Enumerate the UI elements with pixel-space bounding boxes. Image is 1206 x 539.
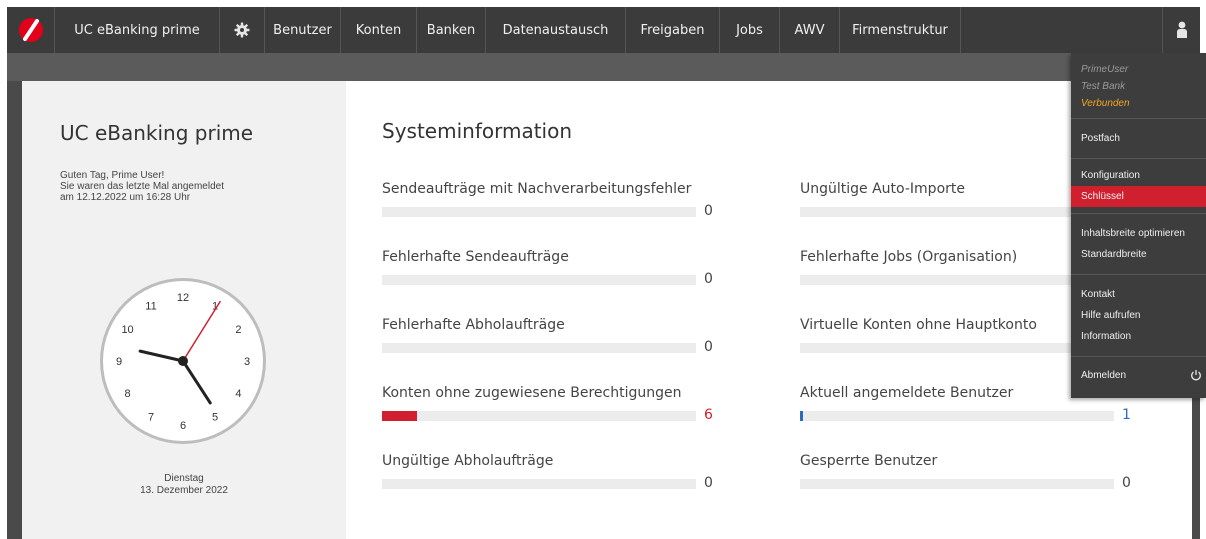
stat-label: Sendeaufträge mit Nachverarbeitungsfehle…	[382, 181, 692, 197]
menu-kontakt[interactable]: Kontakt	[1071, 284, 1206, 305]
stat-value: 0	[1122, 475, 1131, 491]
stat-bar-fill	[382, 411, 417, 421]
clock-numeral: 5	[212, 411, 218, 423]
menu-schluessel[interactable]: Schlüssel	[1071, 186, 1206, 207]
nav-banken[interactable]: Banken	[417, 7, 486, 53]
menu-standardbreite[interactable]: Standardbreite	[1071, 244, 1206, 265]
system-information-title: Systeminformation	[382, 119, 573, 143]
clock-numeral: 10	[121, 324, 133, 336]
help-section: Kontakt Hilfe aufrufen Information	[1071, 275, 1206, 357]
clock-numeral: 4	[235, 388, 241, 400]
current-date: Dienstag 13. Dezember 2022	[22, 473, 346, 497]
clock-numeral: 9	[116, 356, 122, 368]
clock-numeral: 12	[177, 292, 189, 304]
background-strip	[7, 53, 1200, 81]
stat-item[interactable]: Sendeaufträge mit Nachverarbeitungsfehle…	[382, 181, 722, 219]
user-menu-button[interactable]	[1162, 7, 1200, 53]
stat-bar	[800, 207, 1114, 217]
last-login-date: am 12.12.2022 um 16:28 Uhr	[60, 192, 191, 203]
stat-item[interactable]: Fehlerhafte Abholaufträge 0	[382, 317, 722, 355]
app-brand[interactable]: UC eBanking prime	[55, 7, 220, 53]
stat-bar	[800, 343, 1114, 353]
stat-bar	[800, 275, 1114, 285]
stat-value: 0	[704, 475, 713, 491]
stat-bar	[382, 479, 696, 489]
logout-section: Abmelden	[1071, 357, 1206, 394]
menu-postfach[interactable]: Postfach	[1071, 128, 1206, 149]
nav-freigaben[interactable]: Freigaben	[626, 7, 720, 53]
user-name: PrimeUser	[1081, 64, 1129, 75]
stat-value: 0	[704, 271, 713, 287]
stat-label: Fehlerhafte Abholaufträge	[382, 317, 565, 333]
greeting-line: Guten Tag, Prime User!	[60, 170, 165, 181]
nav-konten[interactable]: Konten	[341, 7, 417, 53]
stat-label: Konten ohne zugewiesene Berechtigungen	[382, 385, 682, 401]
stat-bar	[382, 207, 696, 217]
nav-awv[interactable]: AWV	[780, 7, 840, 53]
welcome-panel: UC eBanking prime Guten Tag, Prime User!…	[22, 81, 346, 539]
system-information-panel: Systeminformation Sendeaufträge mit Nach…	[346, 81, 1192, 539]
bank-logo[interactable]	[7, 7, 55, 53]
user-dropdown-menu: PrimeUser Test Bank Verbunden Postfach K…	[1071, 53, 1206, 398]
nav-firmenstruktur[interactable]: Firmenstruktur	[840, 7, 961, 53]
settings-button[interactable]	[220, 7, 265, 53]
nav-jobs[interactable]: Jobs	[720, 7, 780, 53]
clock-numeral: 3	[244, 356, 250, 368]
stat-value: 6	[704, 407, 713, 423]
postfach-section: Postfach	[1071, 119, 1206, 159]
menu-abmelden[interactable]: Abmelden	[1071, 365, 1206, 386]
nav-datenaustausch[interactable]: Datenaustausch	[486, 7, 626, 53]
stat-label: Ungültige Abholaufträge	[382, 453, 554, 469]
stat-item[interactable]: Gesperrte Benutzer 0	[800, 453, 1140, 491]
clock-numeral: 6	[180, 420, 186, 432]
stat-item[interactable]: Ungültige Abholaufträge 0	[382, 453, 722, 491]
stat-value: 0	[704, 203, 713, 219]
clock-numeral: 8	[125, 388, 131, 400]
clock-center	[178, 356, 188, 366]
main-menu: Benutzer Konten Banken Datenaustausch Freiga…	[265, 7, 961, 53]
top-navigation: UC eBanking prime Benutzer Konten Banken Da…	[7, 7, 1200, 53]
user-icon	[1176, 21, 1187, 38]
stat-label: Gesperrte Benutzer	[800, 453, 938, 469]
connection-status: Verbunden	[1081, 98, 1130, 109]
logout-label: Abmelden	[1081, 370, 1127, 381]
left-frame	[7, 81, 22, 539]
stat-bar	[382, 411, 696, 421]
config-section: Konfiguration Schlüssel	[1071, 159, 1206, 214]
stat-item[interactable]: Fehlerhafte Sendeaufträge 0	[382, 249, 722, 287]
current-weekday: Dienstag	[164, 473, 204, 484]
stat-bar	[800, 411, 1114, 421]
gear-icon	[234, 22, 250, 38]
stat-bar-fill	[800, 411, 803, 421]
last-login-line: Sie waren das letzte Mal angemeldet	[60, 181, 224, 192]
menu-inhaltsbreite[interactable]: Inhaltsbreite optimieren	[1071, 223, 1206, 244]
analog-clock: 121234567891011	[100, 278, 266, 444]
stat-value: 0	[704, 339, 713, 355]
welcome-title: UC eBanking prime	[60, 121, 254, 145]
stat-value: 1	[1122, 407, 1131, 423]
stat-bar	[800, 479, 1114, 489]
stat-label: Fehlerhafte Sendeaufträge	[382, 249, 569, 265]
stat-bar	[382, 275, 696, 285]
clock-numeral: 2	[235, 324, 241, 336]
nav-benutzer[interactable]: Benutzer	[265, 7, 341, 53]
current-date-text: 13. Dezember 2022	[140, 485, 228, 496]
greeting-text: Guten Tag, Prime User! Sie waren das let…	[60, 170, 224, 203]
menu-information[interactable]: Information	[1071, 326, 1206, 347]
power-icon	[1191, 370, 1201, 381]
unicredit-logo-icon	[18, 18, 43, 42]
bank-name: Test Bank	[1081, 81, 1126, 92]
width-section: Inhaltsbreite optimieren Standardbreite	[1071, 214, 1206, 275]
stat-bar	[382, 343, 696, 353]
user-info: PrimeUser Test Bank Verbunden	[1071, 53, 1206, 119]
clock-numeral: 7	[148, 411, 154, 423]
menu-hilfe[interactable]: Hilfe aufrufen	[1071, 305, 1206, 326]
menu-konfiguration[interactable]: Konfiguration	[1071, 165, 1206, 186]
clock-numeral: 11	[145, 301, 156, 313]
stat-item[interactable]: Konten ohne zugewiesene Berechtigungen 6	[382, 385, 722, 423]
